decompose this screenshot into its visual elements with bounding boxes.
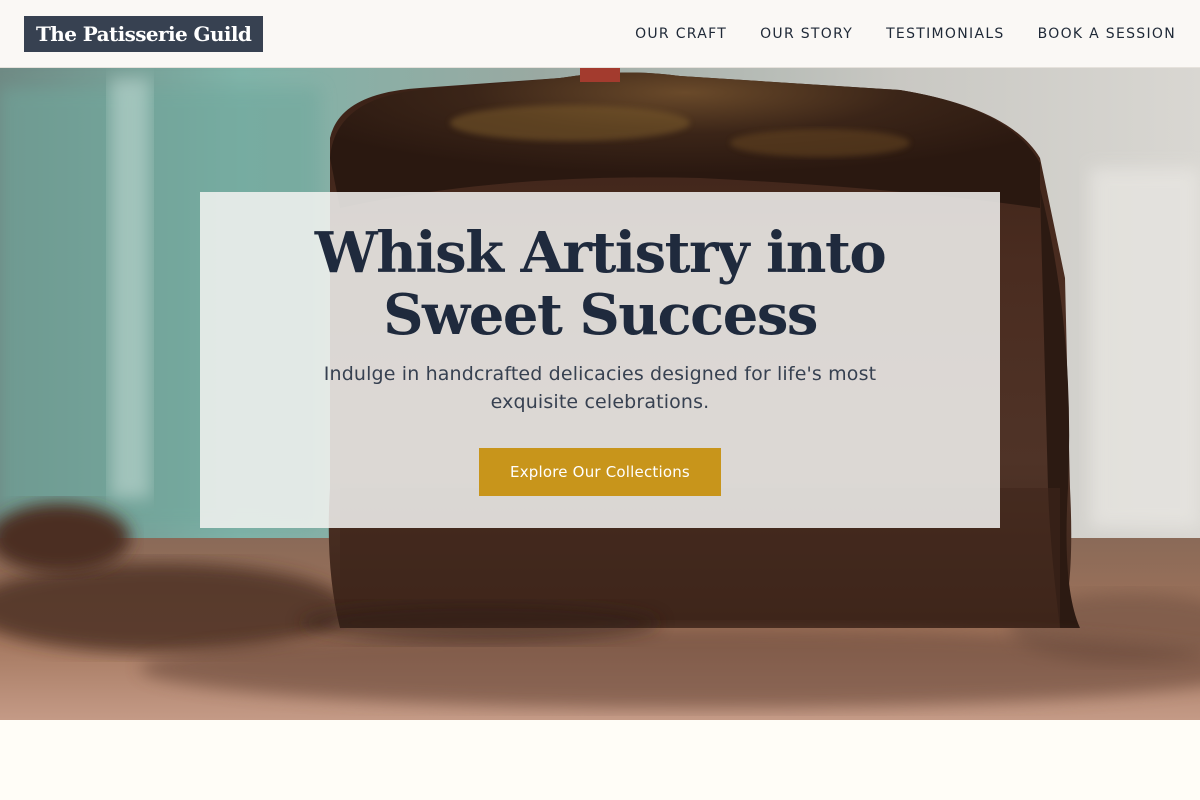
nav-link-our-story[interactable]: OUR STORY [760, 26, 853, 42]
nav-link-our-craft[interactable]: OUR CRAFT [635, 26, 727, 42]
hero-title: Whisk Artistry into Sweet Success [314, 220, 887, 348]
explore-collections-button[interactable]: Explore Our Collections [479, 448, 721, 496]
nav-link-book-a-session[interactable]: BOOK A SESSION [1038, 26, 1176, 42]
below-fold-area [0, 720, 1200, 800]
nav-link-testimonials[interactable]: TESTIMONIALS [886, 26, 1005, 42]
site-logo[interactable]: The Patisserie Guild [24, 16, 264, 52]
hero-card: Whisk Artistry into Sweet Success Indulg… [200, 192, 1000, 528]
main-nav: OUR CRAFT OUR STORY TESTIMONIALS BOOK A … [635, 0, 1176, 68]
hero-subtitle: Indulge in handcrafted delicacies design… [323, 363, 877, 413]
hero-section: Whisk Artistry into Sweet Success Indulg… [0, 68, 1200, 720]
site-header: The Patisserie Guild OUR CRAFT OUR STORY… [0, 0, 1200, 68]
